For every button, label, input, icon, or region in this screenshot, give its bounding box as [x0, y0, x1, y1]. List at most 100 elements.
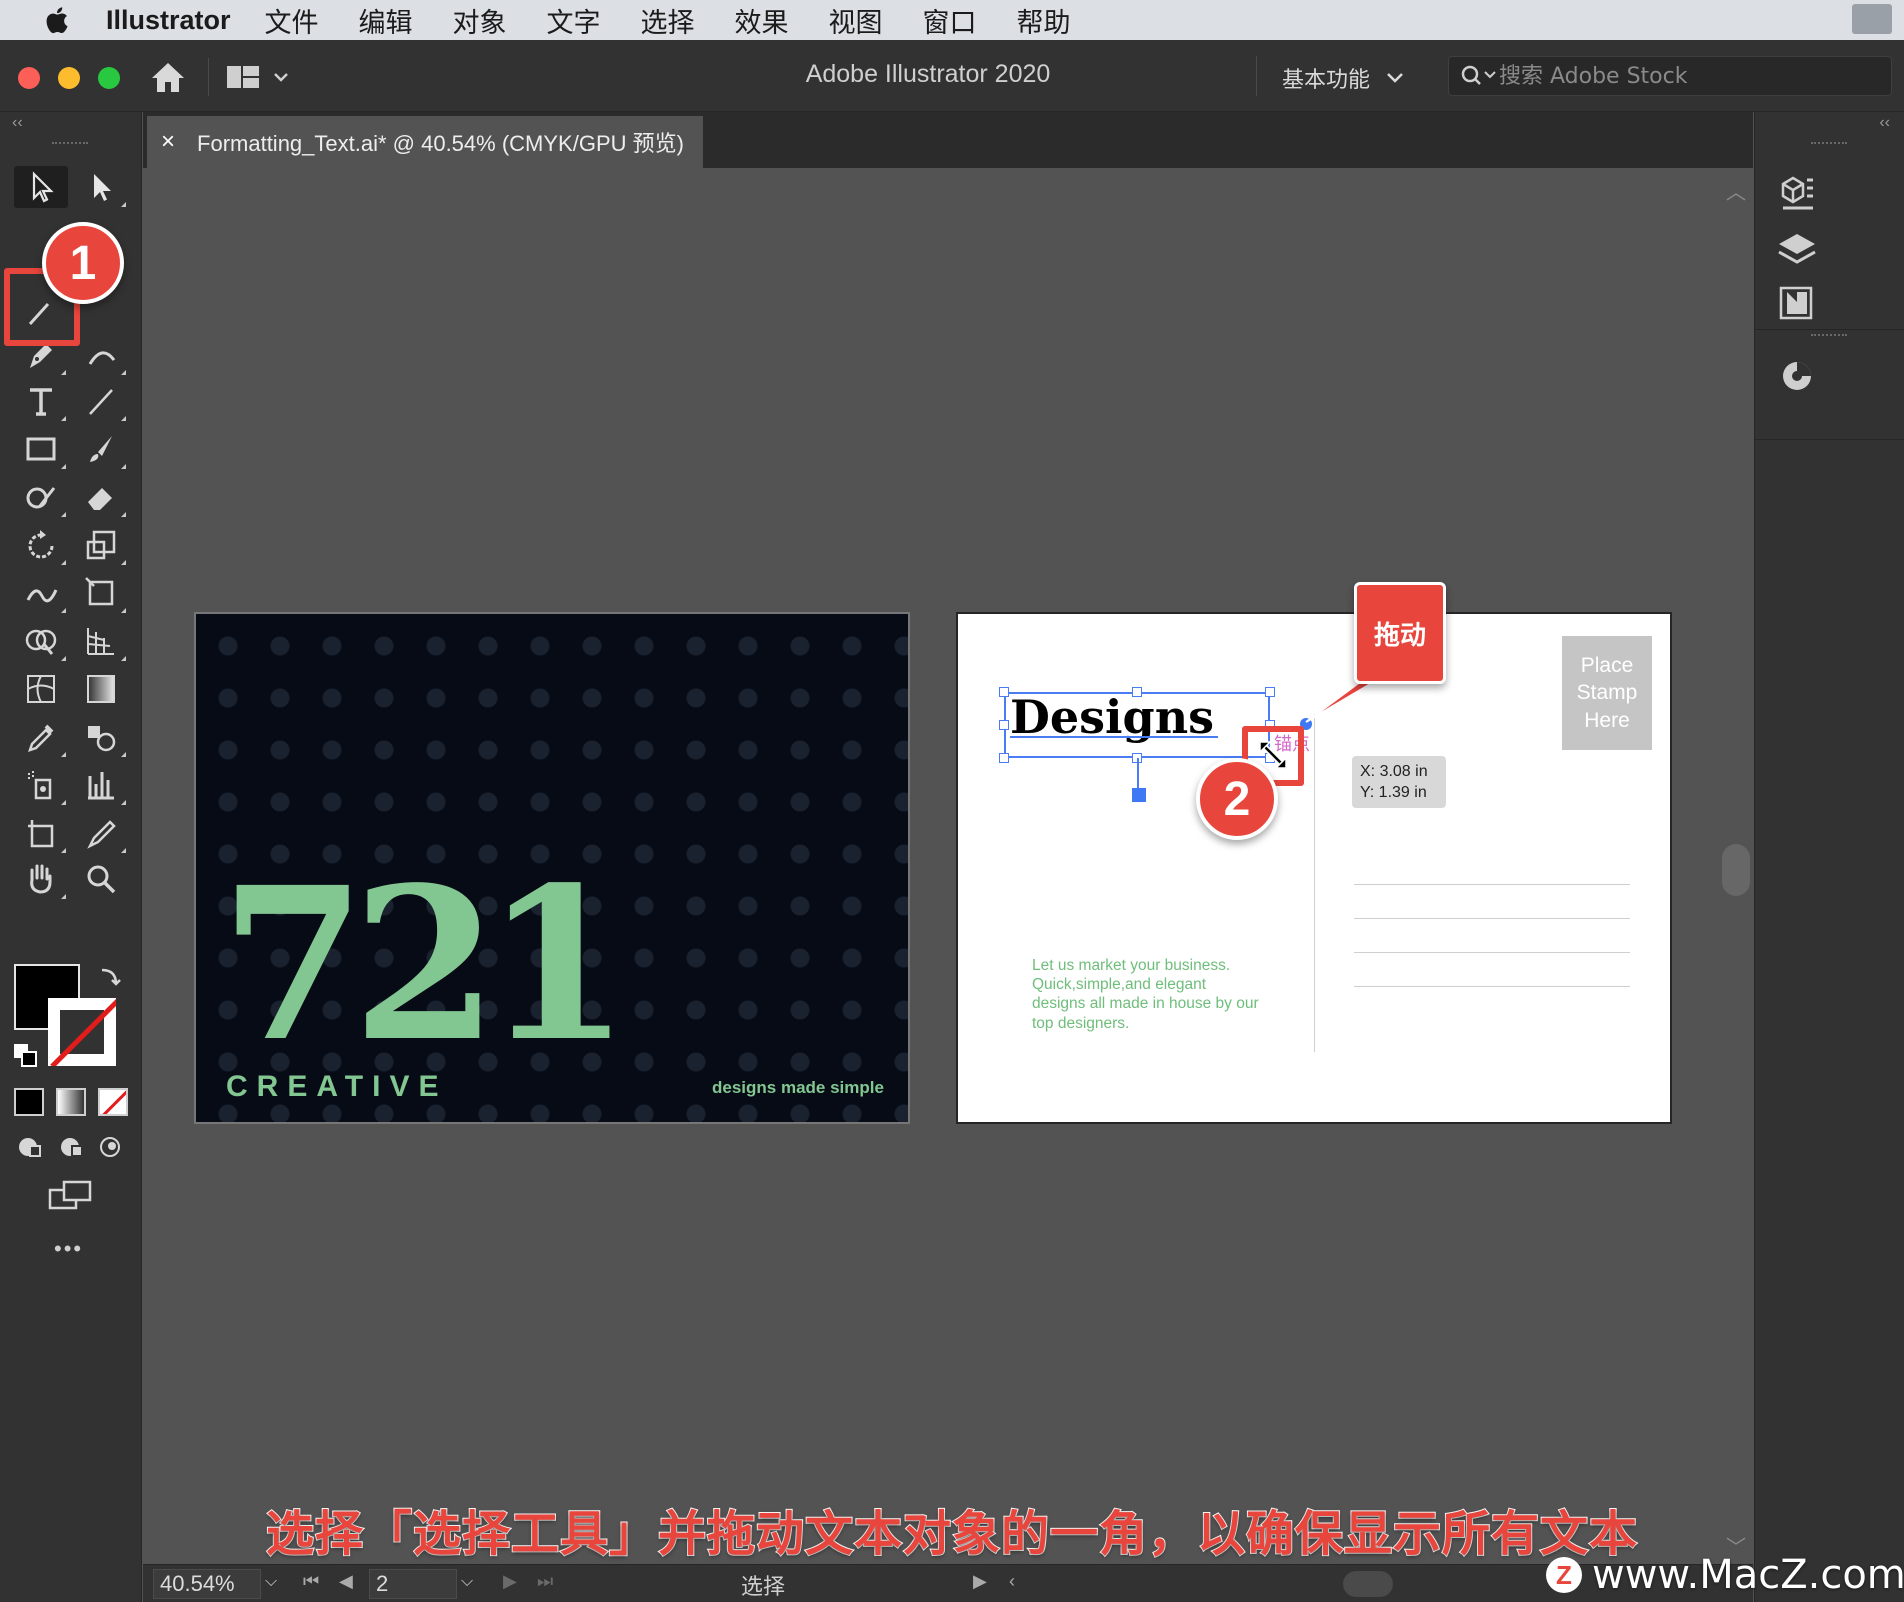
- current-tool-status[interactable]: 选择: [741, 1569, 785, 1601]
- app-title-bar: Adobe Illustrator 2020 基本功能: [0, 40, 1904, 112]
- type-tool[interactable]: [14, 380, 68, 422]
- close-tab-icon[interactable]: ×: [161, 128, 175, 156]
- chevron-down-icon: [1387, 73, 1403, 83]
- line-segment-tool[interactable]: [74, 380, 128, 422]
- width-tool[interactable]: [14, 572, 68, 614]
- menu-window[interactable]: 窗口: [923, 1, 977, 40]
- paintbrush-tool[interactable]: [74, 428, 128, 470]
- menu-type[interactable]: 文字: [547, 1, 601, 40]
- workspace-switcher[interactable]: 基本功能: [1282, 62, 1404, 94]
- edit-toolbar-button[interactable]: •••: [54, 1236, 83, 1262]
- artboard-tool[interactable]: [14, 812, 68, 854]
- shape-builder-icon: [25, 629, 57, 655]
- scroll-left-icon[interactable]: ‹: [1009, 1571, 1015, 1592]
- scale-tool[interactable]: [74, 524, 128, 566]
- gradient-tool[interactable]: [74, 668, 128, 710]
- status-menu-arrow-icon[interactable]: ▶: [973, 1571, 987, 1592]
- layers-icon[interactable]: [1775, 228, 1819, 272]
- resize-handle[interactable]: [999, 753, 1009, 763]
- none-mode-button[interactable]: [98, 1088, 128, 1116]
- direct-selection-tool[interactable]: [74, 166, 128, 208]
- coord-x: X: 3.08 in: [1360, 763, 1428, 780]
- draw-mode-icons[interactable]: [12, 1132, 128, 1162]
- search-input[interactable]: [1499, 63, 1869, 89]
- hand-tool[interactable]: [14, 858, 68, 900]
- color-guide-icon[interactable]: [1775, 354, 1819, 398]
- resize-handle[interactable]: [999, 687, 1009, 697]
- resize-handle[interactable]: [1132, 687, 1142, 697]
- artboards-panel-icon[interactable]: [1775, 282, 1819, 326]
- zoom-dropdown-icon[interactable]: ⌵: [265, 1573, 277, 1591]
- menu-file[interactable]: 文件: [265, 1, 319, 40]
- zoom-level-field[interactable]: 40.54%: [153, 1569, 261, 1599]
- slice-tool[interactable]: [74, 812, 128, 854]
- stock-search-box[interactable]: [1448, 56, 1892, 96]
- scroll-thumb[interactable]: [1722, 844, 1750, 896]
- eraser-tool[interactable]: [74, 476, 128, 518]
- menu-effect[interactable]: 效果: [735, 1, 789, 40]
- curvature-tool[interactable]: [74, 334, 128, 376]
- perspective-grid-tool[interactable]: [74, 620, 128, 662]
- drag-callout: 拖动: [1354, 582, 1446, 684]
- rectangle-tool[interactable]: [14, 428, 68, 470]
- auto-size-widget[interactable]: [1132, 788, 1146, 802]
- last-artboard-icon[interactable]: ⏭: [537, 1571, 553, 1592]
- zoom-tool[interactable]: [74, 858, 128, 900]
- menu-edit[interactable]: 编辑: [359, 1, 413, 40]
- symbol-sprayer-tool[interactable]: [14, 764, 68, 806]
- blend-tool[interactable]: [74, 716, 128, 758]
- horizontal-scroll-thumb[interactable]: [1343, 1571, 1393, 1597]
- status-bar: 40.54% ⌵ ⏮ ◀ 2 ⌵ ▶ ⏭ 选择 ▶ ‹: [143, 1564, 1753, 1602]
- shaper-tool[interactable]: [14, 476, 68, 518]
- free-transform-tool[interactable]: [74, 572, 128, 614]
- artboard-number-field[interactable]: 2: [369, 1569, 457, 1599]
- collapse-panel-icon[interactable]: ‹‹: [12, 114, 23, 132]
- text-selection-box[interactable]: [1004, 692, 1270, 758]
- status-menu-icon[interactable]: [1852, 4, 1892, 34]
- previous-artboard-icon[interactable]: ◀: [339, 1571, 353, 1592]
- coord-y: Y: 1.39 in: [1360, 783, 1427, 801]
- mesh-tool[interactable]: [14, 668, 68, 710]
- artboard-dropdown-icon[interactable]: ⌵: [461, 1573, 473, 1591]
- resize-handle[interactable]: [1265, 687, 1275, 697]
- artboard-front[interactable]: 721 CREATIVE designs made simple: [194, 612, 910, 1124]
- selection-tool[interactable]: [14, 166, 68, 208]
- search-icon[interactable]: [1459, 61, 1499, 91]
- column-graph-icon: [88, 772, 114, 800]
- menu-help[interactable]: 帮助: [1017, 1, 1071, 40]
- address-line: [1354, 918, 1630, 919]
- stroke-color-swatch[interactable]: [48, 998, 116, 1066]
- menu-bar: Illustrator 文件 编辑 对象 文字 选择 效果 视图 窗口 帮助: [0, 0, 1904, 40]
- document-tab[interactable]: × Formatting_Text.ai* @ 40.54% (CMYK/GPU…: [147, 116, 703, 168]
- blend-icon: [88, 726, 116, 752]
- next-artboard-icon[interactable]: ▶: [503, 1571, 517, 1592]
- swap-fill-stroke-icon[interactable]: [96, 966, 122, 992]
- resize-handle[interactable]: [999, 720, 1009, 730]
- panel-grip[interactable]: [52, 142, 88, 148]
- gradient-mode-button[interactable]: [56, 1088, 86, 1116]
- scroll-up-icon[interactable]: ︿: [1726, 176, 1746, 205]
- app-name-menu[interactable]: Illustrator: [106, 5, 231, 36]
- text-baseline: [1010, 736, 1218, 738]
- menu-view[interactable]: 视图: [829, 1, 883, 40]
- document-tab-bar: × Formatting_Text.ai* @ 40.54% (CMYK/GPU…: [143, 112, 1753, 168]
- watermark-text: www.MacZ.com: [1592, 1552, 1904, 1598]
- menu-object[interactable]: 对象: [453, 1, 507, 40]
- apple-icon[interactable]: [42, 5, 70, 35]
- mesh-icon: [27, 675, 55, 703]
- libraries-icon[interactable]: [1775, 172, 1819, 216]
- first-artboard-icon[interactable]: ⏮: [303, 1571, 319, 1592]
- collapse-dock-icon[interactable]: ‹‹: [1879, 114, 1890, 132]
- shape-builder-tool[interactable]: [14, 620, 68, 662]
- screen-mode-icon[interactable]: [46, 1178, 96, 1214]
- eyedropper-tool[interactable]: [14, 716, 68, 758]
- color-mode-button[interactable]: [14, 1088, 44, 1116]
- rotate-tool[interactable]: [14, 524, 68, 566]
- menu-select[interactable]: 选择: [641, 1, 695, 40]
- scale-icon: [86, 530, 116, 560]
- column-graph-tool[interactable]: [74, 764, 128, 806]
- vertical-scrollbar[interactable]: ︿ ﹀: [1720, 168, 1753, 1564]
- step-1-callout: 1: [42, 222, 124, 304]
- slice-icon: [87, 820, 116, 849]
- default-fill-stroke-icon[interactable]: [12, 1042, 38, 1068]
